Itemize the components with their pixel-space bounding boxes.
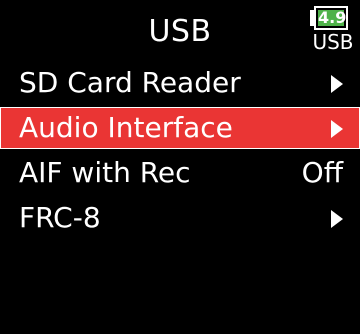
menu-item-label: SD Card Reader — [19, 66, 241, 99]
menu-list: SD Card Reader Audio Interface AIF with … — [0, 62, 360, 242]
submenu-arrow-icon — [331, 120, 343, 138]
menu-item-aif-with-rec[interactable]: AIF with Rec Off — [0, 152, 360, 194]
menu-item-sd-card-reader[interactable]: SD Card Reader — [0, 62, 360, 104]
menu-item-label: AIF with Rec — [19, 156, 191, 189]
menu-item-frc-8[interactable]: FRC-8 — [0, 197, 360, 239]
battery-indicator: 4.9 USB — [310, 6, 356, 56]
menu-item-value: Off — [301, 156, 343, 189]
header: USB 4.9 USB — [0, 0, 360, 62]
device-screen: USB 4.9 USB SD Card Reader Audio Interfa… — [0, 0, 360, 334]
menu-item-audio-interface[interactable]: Audio Interface — [0, 107, 360, 149]
page-title: USB — [148, 14, 212, 49]
battery-voltage: 4.9 — [318, 8, 347, 27]
menu-item-label: FRC-8 — [19, 201, 101, 234]
menu-item-label: Audio Interface — [19, 111, 233, 144]
battery-icon: 4.9 — [314, 6, 348, 30]
submenu-arrow-icon — [331, 75, 343, 93]
submenu-arrow-icon — [331, 210, 343, 228]
power-source-label: USB — [312, 30, 354, 54]
